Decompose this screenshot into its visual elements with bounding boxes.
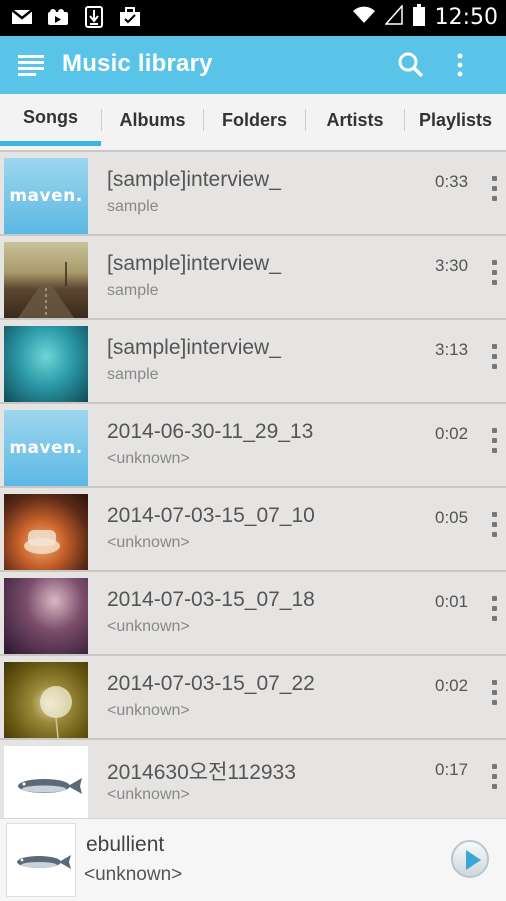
tab-playlists[interactable]: Playlists (405, 94, 506, 146)
song-title: 2014630오전112933 (107, 761, 296, 784)
now-playing-bar[interactable]: ebullient <unknown> (0, 818, 506, 901)
song-artist: sample (107, 198, 159, 215)
tab-artists[interactable]: Artists (306, 94, 404, 146)
song-duration: 0:02 (435, 424, 469, 443)
song-duration: 0:17 (435, 760, 469, 779)
song-duration: 3:13 (435, 340, 469, 359)
tab-albums[interactable]: Albums (102, 94, 203, 146)
song-row[interactable]: 2014-07-03-15_07_10 <unknown> 0:05 (0, 488, 506, 572)
song-options-icon[interactable] (488, 344, 500, 372)
song-row[interactable]: maven. [sample]interview_ sample 0:33 (0, 152, 506, 236)
album-art (4, 662, 88, 738)
play-icon (466, 850, 481, 870)
maven-logo: maven. (9, 186, 83, 206)
search-icon[interactable] (398, 52, 424, 78)
clock: 12:50 (434, 5, 498, 30)
album-art (4, 326, 88, 402)
tab-folders[interactable]: Folders (204, 94, 305, 146)
app-bar: Music library (0, 36, 506, 94)
song-options-icon[interactable] (488, 428, 500, 456)
song-row[interactable]: [sample]interview_ sample 3:13 (0, 320, 506, 404)
tab-bar: Songs Albums Folders Artists Playlists (0, 94, 506, 152)
battery-icon (412, 4, 425, 31)
album-art (4, 242, 88, 318)
song-row[interactable]: [sample]interview_ sample 3:30 (0, 236, 506, 320)
song-options-icon[interactable] (488, 260, 500, 288)
signal-icon (383, 4, 403, 30)
now-playing-title: ebullient (86, 833, 165, 856)
song-artist: <unknown> (107, 534, 190, 551)
song-title: [sample]interview_ (107, 336, 281, 359)
album-art (4, 494, 88, 570)
song-artist: <unknown> (107, 618, 190, 635)
song-row[interactable]: maven. 2014-06-30-11_29_13 <unknown> 0:0… (0, 404, 506, 488)
media-icon (46, 6, 70, 28)
song-artist: <unknown> (107, 702, 190, 719)
play-button[interactable] (451, 840, 489, 878)
song-duration: 0:01 (435, 592, 469, 611)
song-artist: <unknown> (107, 450, 190, 467)
song-artist: sample (107, 282, 159, 299)
song-title: [sample]interview_ (107, 252, 281, 275)
download-icon (82, 6, 106, 28)
song-title: [sample]interview_ (107, 168, 281, 191)
fish-icon (18, 778, 82, 794)
maven-logo: maven. (9, 438, 83, 458)
album-art: maven. (4, 158, 88, 234)
menu-icon[interactable] (18, 53, 44, 77)
song-options-icon[interactable] (488, 176, 500, 204)
album-art (4, 578, 88, 654)
overflow-menu-icon[interactable] (448, 51, 472, 79)
song-title: 2014-07-03-15_07_10 (107, 504, 315, 527)
song-title: 2014-06-30-11_29_13 (107, 420, 314, 443)
album-art (4, 746, 88, 818)
now-playing-art (6, 823, 76, 897)
now-playing-artist: <unknown> (84, 864, 183, 885)
song-options-icon[interactable] (488, 596, 500, 624)
song-list: maven. [sample]interview_ sample 0:33 [s… (0, 152, 506, 818)
tab-songs[interactable]: Songs (0, 94, 101, 146)
page-title: Music library (62, 50, 213, 77)
wifi-icon (352, 6, 375, 29)
song-options-icon[interactable] (488, 512, 500, 540)
song-title: 2014-07-03-15_07_22 (107, 672, 315, 695)
song-duration: 0:02 (435, 676, 469, 695)
song-artist: <unknown> (107, 786, 190, 803)
song-duration: 0:05 (435, 508, 469, 527)
gmail-icon (10, 6, 34, 28)
song-artist: sample (107, 366, 159, 383)
song-options-icon[interactable] (488, 680, 500, 708)
briefcase-icon (118, 6, 142, 28)
fish-icon (17, 855, 71, 869)
song-row[interactable]: 2014630오전112933 <unknown> 0:17 (0, 740, 506, 818)
song-row[interactable]: 2014-07-03-15_07_22 <unknown> 0:02 (0, 656, 506, 740)
album-art: maven. (4, 410, 88, 486)
song-duration: 3:30 (435, 256, 469, 275)
status-bar: 12:50 (0, 0, 506, 36)
song-row[interactable]: 2014-07-03-15_07_18 <unknown> 0:01 (0, 572, 506, 656)
song-duration: 0:33 (435, 172, 469, 191)
song-title: 2014-07-03-15_07_18 (107, 588, 315, 611)
song-options-icon[interactable] (488, 764, 500, 792)
